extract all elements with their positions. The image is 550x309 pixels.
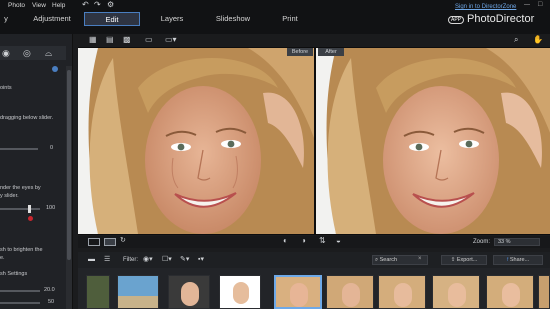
undo-icon[interactable]: ↶: [82, 1, 89, 9]
redo-icon[interactable]: ↷: [94, 1, 101, 9]
maximize-icon[interactable]: □: [538, 1, 542, 8]
slider-value: 20.0: [44, 287, 55, 293]
rotate-icon[interactable]: ↻: [120, 237, 126, 244]
scrollbar-thumb[interactable]: [67, 70, 71, 260]
photo-thumbnail[interactable]: [378, 275, 426, 309]
thumbnails-icon[interactable]: ▩: [123, 36, 131, 44]
app-badge[interactable]: APP: [448, 16, 464, 24]
photo-thumbnail[interactable]: [117, 275, 159, 309]
slider-handle[interactable]: [28, 205, 31, 213]
export-label: Export...: [456, 257, 478, 263]
export-button[interactable]: ⇪ Export...: [441, 255, 487, 265]
photo-thumbnail[interactable]: [86, 275, 110, 309]
instruction-text: oints: [0, 85, 12, 91]
left-panel: [0, 34, 73, 309]
list-view-icon[interactable]: ▬: [88, 256, 95, 263]
tag-filter-icon[interactable]: ✎▾: [180, 256, 189, 263]
photo-thumbnail[interactable]: [219, 275, 261, 309]
export-icon: ⇪: [450, 257, 456, 263]
compare-view-icon[interactable]: ▤: [106, 36, 114, 44]
zoom-select[interactable]: 33 %: [494, 238, 540, 246]
clear-search-icon[interactable]: ×: [418, 256, 422, 262]
eye-icon[interactable]: ◉: [2, 49, 10, 58]
zoom-label: Zoom:: [473, 239, 491, 245]
tab-slideshow[interactable]: Slideshow: [208, 12, 258, 26]
photo-thumbnail-selected[interactable]: [274, 275, 322, 309]
flag-filter-icon[interactable]: ◉▾: [143, 256, 153, 263]
after-label: After: [318, 48, 344, 56]
photo-thumbnail[interactable]: [168, 275, 210, 309]
brand-logo: PhotoDirector: [467, 13, 535, 25]
tab-print[interactable]: Print: [272, 12, 308, 26]
contrast-icon[interactable]: ◑: [301, 237, 306, 245]
menu-view[interactable]: View: [32, 2, 46, 9]
mask-icon[interactable]: ◐: [283, 237, 288, 245]
tab-adjustment[interactable]: Adjustment: [24, 12, 80, 26]
before-photo: [78, 48, 314, 234]
compare-icon[interactable]: ⌓: [45, 49, 52, 58]
overlay-icon[interactable]: ◒: [336, 237, 341, 245]
settings-icon[interactable]: ⚙: [107, 1, 114, 9]
sign-in-link[interactable]: Sign in to DirectorZone: [455, 4, 516, 10]
photo-thumbnail[interactable]: [432, 275, 480, 309]
instruction-text: e.: [0, 255, 5, 261]
instruction-text: y slider.: [0, 193, 19, 199]
hand-tool-icon[interactable]: ✋: [533, 36, 543, 44]
search-icon: ⌕: [375, 257, 379, 263]
menu-photo[interactable]: Photo: [8, 2, 25, 9]
crop-icon[interactable]: ▭: [145, 36, 153, 44]
single-view-icon[interactable]: [88, 238, 100, 246]
info-icon[interactable]: [52, 66, 58, 72]
slider-track[interactable]: [0, 290, 40, 292]
instruction-text: dragging below slider.: [0, 115, 54, 121]
slider-track[interactable]: [0, 208, 40, 210]
slider-value: 100: [46, 205, 56, 211]
slider-track[interactable]: [0, 302, 40, 304]
facebook-icon: f: [506, 257, 509, 263]
filter-label: Filter:: [123, 257, 138, 263]
brush-icon[interactable]: [28, 216, 33, 221]
monitor-dropdown-icon[interactable]: ▭▾: [165, 36, 177, 44]
search-placeholder: Search: [379, 257, 398, 263]
grid-view-icon[interactable]: ▦: [89, 36, 97, 44]
tab-library[interactable]: y: [0, 12, 12, 26]
share-button[interactable]: f Share...: [493, 255, 543, 265]
eye-outline-icon[interactable]: ◎: [23, 49, 31, 58]
slider-track[interactable]: [0, 148, 38, 150]
detail-view-icon[interactable]: ☰: [104, 256, 110, 263]
photo-thumbnail[interactable]: [538, 275, 550, 309]
instruction-text: nder the eyes by: [0, 185, 41, 191]
split-view-icon[interactable]: [104, 238, 116, 246]
tab-layers[interactable]: Layers: [150, 12, 194, 26]
slider-value: 0: [50, 145, 54, 151]
zoom-tool-icon[interactable]: ⌕: [514, 36, 518, 44]
slider-value: 50: [48, 299, 55, 305]
section-title: sh Settings: [0, 271, 28, 277]
minimize-icon[interactable]: —: [524, 2, 530, 8]
tab-edit[interactable]: Edit: [84, 12, 140, 26]
after-photo: [316, 48, 550, 234]
photo-thumbnail[interactable]: [486, 275, 534, 309]
menu-help[interactable]: Help: [52, 2, 65, 9]
rating-filter-icon[interactable]: ☐▾: [162, 256, 172, 263]
photo-thumbnail[interactable]: [326, 275, 374, 309]
color-filter-icon[interactable]: ▪▾: [198, 256, 204, 263]
instruction-text: sh to brighten the: [0, 247, 43, 253]
flip-icon[interactable]: ⇅: [319, 237, 326, 245]
share-label: Share...: [509, 257, 530, 263]
zoom-value: 33 %: [498, 239, 511, 245]
before-label: Before: [287, 48, 313, 56]
